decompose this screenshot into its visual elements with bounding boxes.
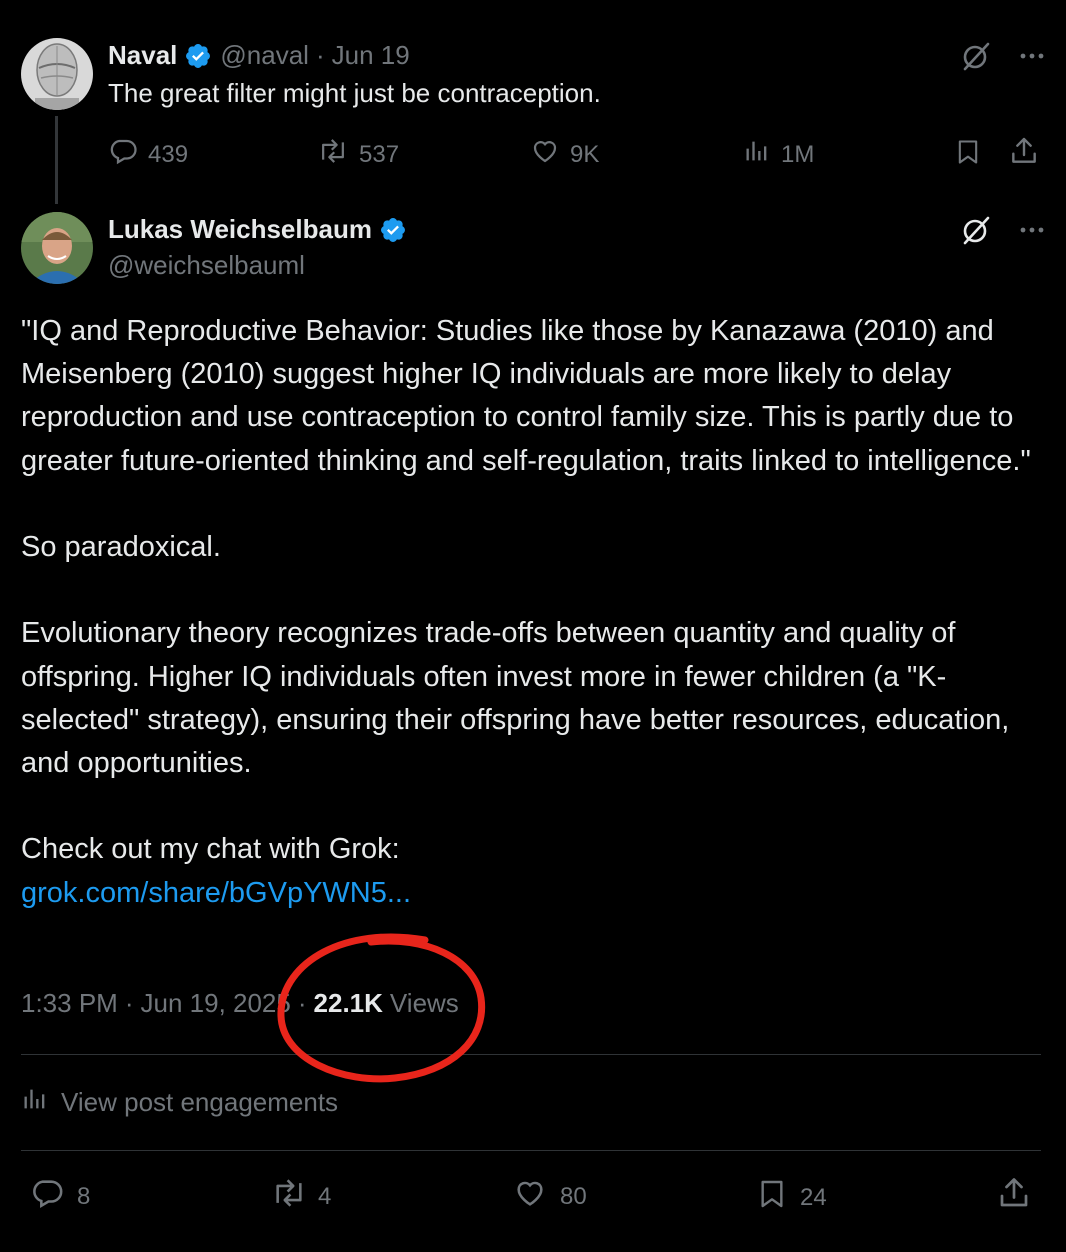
tweet-thread: Naval @naval · Jun 19 The great filter m… [0,0,1066,1252]
repost-icon [317,136,349,173]
tweet-paragraph: Evolutionary theory recognizes trade-off… [21,617,1010,779]
repost-count: 4 [318,1182,332,1210]
analytics-icon [743,136,771,173]
author-name[interactable]: Naval [108,40,177,71]
separator-dot: · [297,988,307,1018]
main-tweet-top-actions [960,214,1046,251]
thread-connector-line [55,116,58,204]
reply-count: 8 [77,1182,91,1210]
like-icon [512,1176,548,1217]
views-count: 1M [781,140,815,168]
grok-share-link[interactable]: grok.com/share/bGVpYWN5... [21,877,411,909]
like-button[interactable]: 9K [530,136,599,173]
author-handle[interactable]: @weichselbauml [108,250,305,281]
avatar-naval[interactable] [21,38,93,110]
grok-icon[interactable] [960,214,992,251]
reply-button[interactable]: 8 [29,1176,90,1217]
bookmark-icon [756,1176,788,1219]
avatar-weichselbaum[interactable] [21,212,93,284]
separator-dot: · [124,988,134,1018]
like-button[interactable]: 80 [512,1176,587,1217]
share-icon[interactable] [1008,134,1040,173]
tweet-paragraph-cta: Check out my chat with Grok: grok.com/sh… [21,828,1046,914]
views-label: Views [389,988,459,1018]
repost-count: 537 [359,140,400,168]
author-name[interactable]: Lukas Weichselbaum [108,214,372,245]
tweet-meta: 1:33 PM · Jun 19, 2025 · 22.1K Views [21,988,459,1019]
views-button[interactable]: 1M [743,136,814,173]
main-tweet-text: "IQ and Reproductive Behavior: Studies l… [21,310,1046,915]
views-count: 22.1K [313,988,383,1018]
repost-button[interactable]: 4 [270,1176,331,1217]
verified-badge-icon [379,216,407,244]
reply-icon [29,1176,65,1217]
tweet-date[interactable]: Jun 19 [332,40,410,71]
divider [21,1054,1041,1055]
analytics-icon [21,1084,49,1121]
tweet-paragraph: "IQ and Reproductive Behavior: Studies l… [21,315,1031,477]
grok-icon[interactable] [960,40,992,77]
author-handle[interactable]: @naval [220,40,309,71]
more-icon[interactable] [1018,216,1046,249]
share-icon[interactable] [996,1174,1032,1217]
parent-tweet-top-actions [960,40,1046,77]
divider [21,1150,1041,1151]
repost-button[interactable]: 537 [317,136,399,173]
bookmark-button[interactable]: 24 [756,1176,827,1219]
main-tweet-header: Lukas Weichselbaum [108,214,407,245]
more-icon[interactable] [1018,42,1046,75]
like-count: 80 [560,1182,587,1210]
tweet-date[interactable]: Jun 19, 2025 [141,988,291,1019]
view-post-engagements-button[interactable]: View post engagements [21,1084,338,1121]
separator-dot: · [315,40,325,70]
tweet-time[interactable]: 1:33 PM [21,988,118,1019]
cta-text: Check out my chat with Grok: [21,833,400,866]
like-count: 9K [570,140,600,168]
bookmark-icon[interactable] [954,136,982,173]
reply-button[interactable]: 439 [108,136,188,173]
bookmark-count: 24 [800,1183,827,1211]
reply-count: 439 [148,140,189,168]
reply-icon [108,136,138,173]
repost-icon [270,1176,308,1217]
tweet-paragraph: So paradoxical. [21,531,221,563]
engagements-label: View post engagements [61,1087,339,1117]
verified-badge-icon [184,42,212,70]
parent-tweet-text: The great filter might just be contracep… [108,78,601,108]
like-icon [530,136,560,173]
parent-tweet-header: Naval @naval · Jun 19 [108,40,410,71]
